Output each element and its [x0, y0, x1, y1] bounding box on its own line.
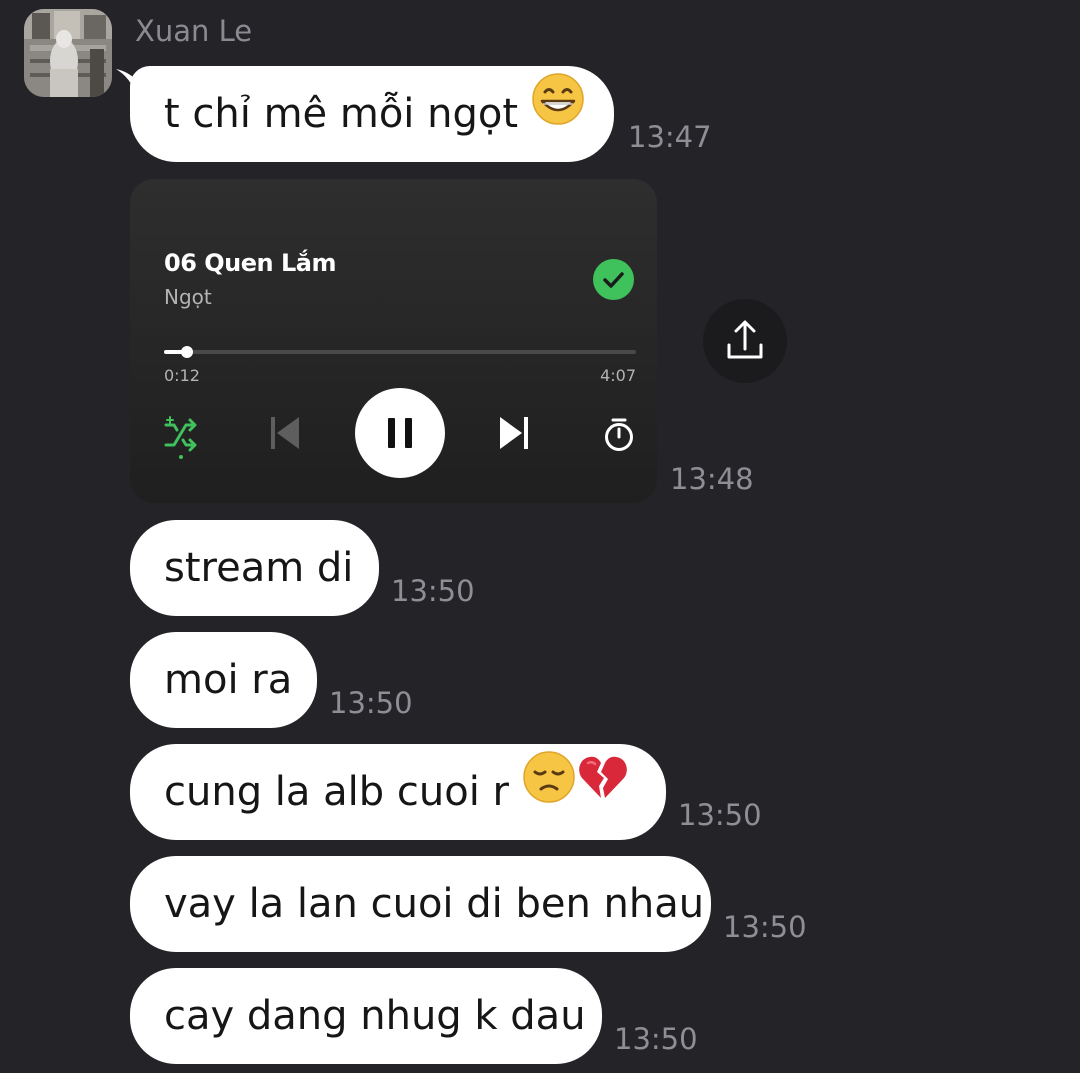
message-time: 13:50 — [391, 574, 475, 608]
shuffle-button[interactable] — [162, 415, 200, 459]
music-player-card[interactable]: 06 Quen Lắm Ngọt 0:12 4:07 — [130, 179, 657, 503]
message-bubble[interactable]: stream di — [130, 520, 379, 616]
pause-icon — [388, 418, 412, 448]
track-title[interactable]: 06 Quen Lắm — [164, 249, 336, 277]
message-bubble[interactable]: cay dang nhug k dau — [130, 968, 602, 1064]
saved-check-button[interactable] — [593, 259, 634, 300]
broken-heart-icon — [576, 743, 630, 839]
disappointed-face-icon — [522, 743, 576, 839]
pause-button[interactable] — [355, 388, 445, 478]
sleep-timer-button[interactable] — [603, 417, 635, 453]
message-bubble[interactable]: cung la alb cuoi r — [130, 744, 666, 840]
message-bubble[interactable]: t chỉ mê mỗi ngọt — [130, 66, 614, 162]
share-button[interactable] — [703, 299, 787, 383]
message-text: stream di — [164, 545, 354, 591]
previous-button[interactable] — [268, 415, 302, 451]
sender-avatar[interactable] — [24, 9, 112, 97]
message-text: vay la lan cuoi di ben nhau — [164, 881, 705, 927]
sleep-timer-icon — [605, 418, 633, 451]
next-icon — [500, 417, 528, 449]
message-time: 13:50 — [678, 798, 762, 832]
message-text: cung la alb cuoi r — [164, 769, 509, 815]
message-time: 13:50 — [329, 686, 413, 720]
track-artist[interactable]: Ngọt — [164, 285, 212, 309]
message-time: 13:50 — [614, 1022, 698, 1056]
message-text: moi ra — [164, 657, 293, 703]
progress-bar[interactable] — [164, 346, 636, 358]
message-bubble[interactable]: vay la lan cuoi di ben nhau — [130, 856, 711, 952]
share-upload-icon — [727, 320, 763, 359]
message-time: 13:48 — [670, 462, 754, 496]
previous-icon — [271, 417, 299, 449]
message-bubble[interactable]: moi ra — [130, 632, 317, 728]
message-time: 13:50 — [723, 910, 807, 944]
check-icon — [603, 272, 624, 288]
message-text: t chỉ mê mỗi ngọt — [164, 91, 519, 137]
elapsed-time: 0:12 — [164, 366, 200, 385]
avatar-photo — [24, 9, 112, 97]
sender-name: Xuan Le — [135, 14, 253, 48]
shuffle-icon — [164, 416, 197, 459]
next-button[interactable] — [497, 415, 531, 451]
track-duration: 4:07 — [600, 366, 636, 385]
grinning-face-icon — [531, 65, 585, 161]
progress-handle[interactable] — [181, 346, 194, 358]
message-time: 13:47 — [628, 120, 712, 154]
message-text: cay dang nhug k dau — [164, 993, 586, 1039]
